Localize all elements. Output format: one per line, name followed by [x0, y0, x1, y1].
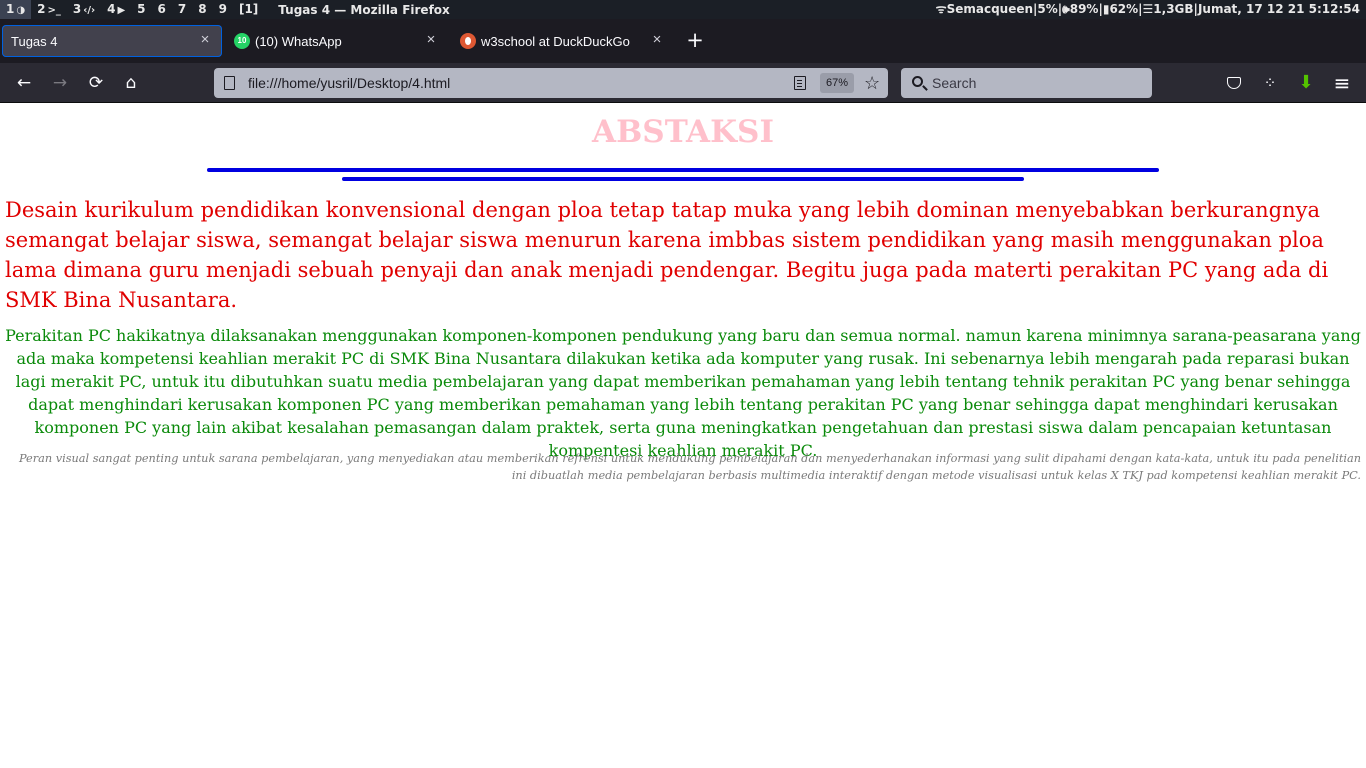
window-title: Tugas 4 — Mozilla Firefox — [278, 2, 450, 17]
page-heading: ABSTAKSI — [592, 114, 774, 150]
pocket-icon — [1227, 77, 1241, 89]
search-input[interactable]: Search — [932, 75, 976, 91]
close-tab-icon[interactable]: × — [648, 31, 666, 48]
green-paragraph: Perakitan PC hakikatnya dilaksanakan men… — [5, 326, 1361, 460]
tab-label: (10) WhatsApp — [255, 34, 342, 49]
url-input[interactable]: file:///home/yusril/Desktop/4.html — [248, 75, 450, 91]
duckduckgo-favicon-icon — [460, 33, 476, 49]
download-button[interactable]: ⬇ — [1294, 71, 1318, 95]
nav-toolbar: ← → ⟳ ⌂ file:///home/yusril/Desktop/4.ht… — [0, 63, 1366, 103]
bookmark-star-icon[interactable]: ☆ — [864, 72, 880, 94]
workspace-4[interactable]: 4 ▶ — [101, 0, 131, 19]
tab-whatsapp[interactable]: 10 (10) WhatsApp × — [228, 25, 448, 57]
pocket-button[interactable] — [1222, 71, 1246, 95]
reader-view-icon[interactable] — [794, 76, 806, 90]
workspace-5[interactable]: 5 — [131, 0, 151, 19]
home-button[interactable]: ⌂ — [119, 71, 143, 95]
page-icon — [224, 76, 235, 90]
horizontal-rule-narrow — [342, 177, 1024, 181]
extensions-button[interactable]: ⁘ — [1258, 71, 1282, 95]
tab-label: Tugas 4 — [11, 34, 58, 49]
code-icon: ‹/› — [83, 5, 96, 16]
workspace-6[interactable]: 6 — [152, 0, 172, 19]
url-bar[interactable]: file:///home/yusril/Desktop/4.html 67% ☆ — [214, 68, 888, 98]
workspace-9[interactable]: 9 — [213, 0, 233, 19]
terminal-icon: >_ — [47, 5, 61, 16]
forward-button[interactable]: → — [48, 71, 72, 95]
tab-bar: Tugas 4 × 10 (10) WhatsApp × w3school at… — [0, 19, 1366, 63]
search-bar[interactable]: Search — [901, 68, 1152, 98]
window-count[interactable]: [1] — [233, 0, 264, 19]
gray-paragraph: Peran visual sangat penting untuk sarana… — [18, 452, 1361, 482]
tab-duckduckgo[interactable]: w3school at DuckDuckGo × — [454, 25, 674, 57]
workspace-1-icon: ◑ — [16, 5, 26, 16]
workspace-1[interactable]: 1 ◑ — [0, 0, 32, 19]
tab-tugas-4[interactable]: Tugas 4 × — [2, 25, 222, 57]
new-tab-button[interactable]: + — [684, 28, 706, 54]
red-paragraph: Desain kurikulum pendidikan konvensional… — [5, 198, 1329, 312]
workspace-7[interactable]: 7 — [172, 0, 192, 19]
workspace-8[interactable]: 8 — [192, 0, 212, 19]
whatsapp-favicon-icon: 10 — [234, 33, 250, 49]
menu-button[interactable]: ≡ — [1330, 71, 1354, 95]
tab-label: w3school at DuckDuckGo — [481, 34, 630, 49]
workspace-3[interactable]: 3 ‹/› — [67, 0, 101, 19]
workspace-2[interactable]: 2 >_ — [31, 0, 67, 19]
close-tab-icon[interactable]: × — [422, 31, 440, 48]
system-bar: 1 ◑ 2 >_ 3 ‹/› 4 ▶ 5 6 7 8 9 [1] Tugas 4 — M… — [0, 0, 1366, 19]
zoom-level-badge[interactable]: 67% — [820, 73, 855, 93]
play-icon: ▶ — [117, 5, 126, 16]
back-button[interactable]: ← — [12, 71, 36, 95]
reload-button[interactable]: ⟳ — [84, 71, 108, 95]
status-indicators: ᯤSemacqueen|5%|🕪89%|▮62%|☰1,3GB|Jumat, 1… — [935, 2, 1360, 16]
close-tab-icon[interactable]: × — [196, 31, 214, 48]
search-icon — [912, 76, 923, 87]
horizontal-rule-wide — [207, 168, 1159, 172]
page-content: ABSTAKSI Desain kurikulum pendidikan kon… — [0, 104, 1366, 768]
